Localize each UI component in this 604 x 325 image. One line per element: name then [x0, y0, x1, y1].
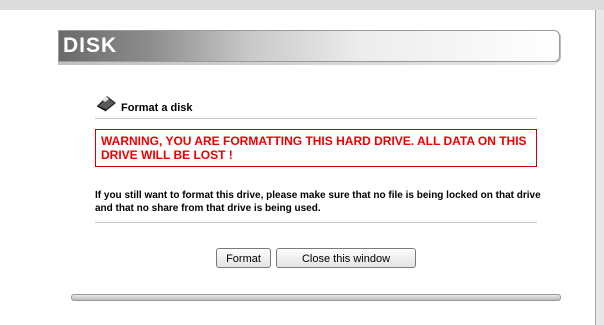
- window-top-frame: [0, 0, 604, 10]
- info-text: If you still want to format this drive, …: [95, 190, 541, 214]
- page-content: DISK Format a disk WARNING, YOU ARE FORM…: [11, 10, 595, 325]
- header-underline: [58, 62, 556, 65]
- divider-top: [95, 118, 537, 119]
- warning-text: WARNING, YOU ARE FORMATTING THIS HARD DR…: [101, 134, 527, 162]
- page-header-bar: DISK: [58, 30, 560, 62]
- close-window-button[interactable]: Close this window: [276, 248, 416, 268]
- footer-bar: [71, 294, 561, 301]
- section-label: Format a disk: [121, 102, 193, 114]
- format-button[interactable]: Format: [216, 248, 271, 268]
- warning-box: WARNING, YOU ARE FORMATTING THIS HARD DR…: [95, 129, 537, 167]
- disk-icon: [96, 96, 116, 112]
- window-right-edge: [595, 10, 596, 325]
- divider-bottom: [95, 222, 537, 223]
- page-title: DISK: [63, 34, 118, 57]
